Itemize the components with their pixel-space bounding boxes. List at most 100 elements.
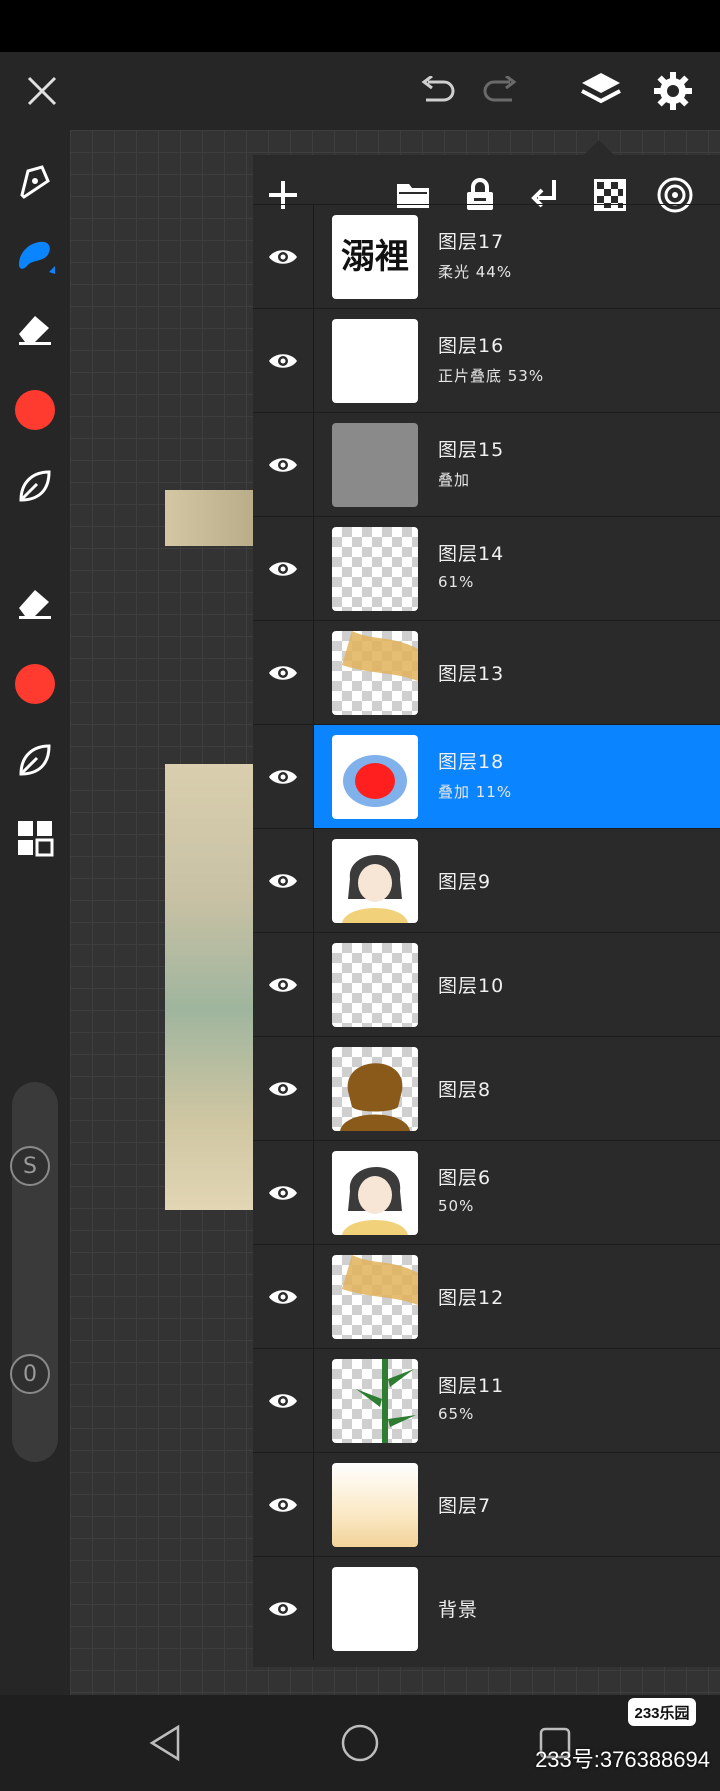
- layer-thumbnail: [332, 1359, 418, 1443]
- character-art: [342, 1166, 408, 1235]
- visibility-toggle[interactable]: [253, 933, 313, 1036]
- menu-grid-button[interactable]: [0, 806, 70, 870]
- opacity-slider-knob[interactable]: 0: [10, 1354, 50, 1394]
- smudge-tool-button-2[interactable]: [0, 728, 70, 792]
- visibility-toggle[interactable]: [253, 309, 313, 412]
- settings-button[interactable]: [641, 52, 705, 130]
- layer-row[interactable]: 图层8: [253, 1036, 720, 1140]
- layer-row[interactable]: 图层15 叠加: [253, 412, 720, 516]
- layer-name: 图层8: [438, 1079, 492, 1101]
- gold-leaves-art: [342, 1255, 418, 1305]
- layer-thumbnail: [332, 527, 418, 611]
- visibility-toggle[interactable]: [253, 1245, 313, 1348]
- layer-item[interactable]: 图层18 叠加 11%: [313, 725, 720, 828]
- home-icon: [341, 1724, 379, 1762]
- leaf-icon: [19, 744, 51, 776]
- size-slider-knob[interactable]: S: [10, 1146, 50, 1186]
- undo-button[interactable]: [405, 52, 469, 130]
- color-picker-button-2[interactable]: [0, 652, 70, 716]
- layer-row[interactable]: 图层10: [253, 932, 720, 1036]
- layer-thumbnail: [332, 1047, 418, 1131]
- layer-row[interactable]: 图层6 50%: [253, 1140, 720, 1244]
- layer-item[interactable]: 图层15 叠加: [313, 413, 720, 516]
- layer-row[interactable]: 溺裡 图层17 柔光 44%: [253, 204, 720, 308]
- layer-name: 图层7: [438, 1495, 492, 1517]
- layers-button[interactable]: [569, 52, 633, 130]
- watermark-text: 233号:376388694: [535, 1747, 710, 1772]
- visibility-toggle[interactable]: [253, 205, 313, 308]
- layer-row[interactable]: 图层14 61%: [253, 516, 720, 620]
- layer-item[interactable]: 图层7: [313, 1453, 720, 1556]
- eraser-tool-button[interactable]: [0, 296, 70, 360]
- layer-row[interactable]: 背景: [253, 1556, 720, 1660]
- layer-row[interactable]: 图层16 正片叠底 53%: [253, 308, 720, 412]
- layer-thumbnail: [332, 423, 418, 507]
- layer-item[interactable]: 图层16 正片叠底 53%: [313, 309, 720, 412]
- close-button[interactable]: [10, 52, 74, 130]
- layer-item[interactable]: 图层6 50%: [313, 1141, 720, 1244]
- character-art: [342, 854, 408, 923]
- eye-icon: [269, 1289, 297, 1304]
- visibility-toggle[interactable]: [253, 1037, 313, 1140]
- leaf-icon: [19, 470, 51, 502]
- brush-size-slider[interactable]: [12, 1082, 58, 1462]
- visibility-toggle[interactable]: [253, 1349, 313, 1452]
- status-bar: [0, 0, 720, 52]
- visibility-toggle[interactable]: [253, 1453, 313, 1556]
- silhouette-art: [340, 1063, 410, 1131]
- eye-icon: [269, 353, 297, 368]
- visibility-toggle[interactable]: [253, 1141, 313, 1244]
- layer-thumbnail: [332, 943, 418, 1027]
- undo-icon: [421, 76, 455, 102]
- layer-name: 图层16: [438, 335, 505, 357]
- layer-item[interactable]: 图层11 65%: [313, 1349, 720, 1452]
- eye-icon: [269, 769, 297, 784]
- layer-row[interactable]: 图层7: [253, 1452, 720, 1556]
- visibility-toggle[interactable]: [253, 413, 313, 516]
- layer-thumbnail: [332, 1463, 418, 1547]
- layer-thumbnail: [332, 735, 418, 819]
- layer-thumbnail: [332, 1567, 418, 1651]
- eraser-tool-button-2[interactable]: [0, 570, 70, 634]
- smudge-tool-button[interactable]: [0, 454, 70, 518]
- visibility-toggle[interactable]: [253, 1557, 313, 1660]
- gear-icon: [654, 72, 692, 110]
- layer-item[interactable]: 图层13: [313, 621, 720, 724]
- pen-icon: [20, 165, 50, 199]
- layer-row[interactable]: 图层9: [253, 828, 720, 932]
- layer-thumbnail: [332, 631, 418, 715]
- layers-icon: [581, 73, 621, 104]
- visibility-toggle[interactable]: [253, 621, 313, 724]
- layer-item[interactable]: 图层12: [313, 1245, 720, 1348]
- layer-name: 图层9: [438, 871, 492, 893]
- layer-item[interactable]: 背景: [313, 1557, 720, 1660]
- layer-row[interactable]: 图层11 65%: [253, 1348, 720, 1452]
- pen-tool-button[interactable]: [0, 150, 70, 214]
- visibility-toggle[interactable]: [253, 725, 313, 828]
- visibility-toggle[interactable]: [253, 829, 313, 932]
- redo-icon: [483, 76, 517, 102]
- layer-item[interactable]: 图层10: [313, 933, 720, 1036]
- layer-name: 图层10: [438, 975, 505, 997]
- layer-item[interactable]: 溺裡 图层17 柔光 44%: [313, 205, 720, 308]
- thumbnail-text: 溺裡: [341, 237, 409, 277]
- layer-blend-opacity: 柔光 44%: [438, 263, 513, 281]
- layer-row[interactable]: 图层18 叠加 11%: [253, 724, 720, 828]
- nav-home-button[interactable]: [330, 1713, 390, 1773]
- color-picker-button[interactable]: [0, 378, 70, 442]
- layer-row[interactable]: 图层13: [253, 620, 720, 724]
- grid-icon: [18, 821, 54, 857]
- layer-item[interactable]: 图层8: [313, 1037, 720, 1140]
- left-toolbar: S 0: [0, 130, 70, 1695]
- layer-item[interactable]: 图层14 61%: [313, 517, 720, 620]
- layer-thumbnail: [332, 839, 418, 923]
- layer-item[interactable]: 图层9: [313, 829, 720, 932]
- back-icon: [149, 1724, 180, 1762]
- eraser-icon: [19, 590, 51, 619]
- redo-button[interactable]: [469, 52, 533, 130]
- nav-back-button[interactable]: [135, 1713, 195, 1773]
- visibility-toggle[interactable]: [253, 517, 313, 620]
- brush-tool-button[interactable]: [0, 224, 70, 288]
- eye-icon: [269, 977, 297, 992]
- layer-row[interactable]: 图层12: [253, 1244, 720, 1348]
